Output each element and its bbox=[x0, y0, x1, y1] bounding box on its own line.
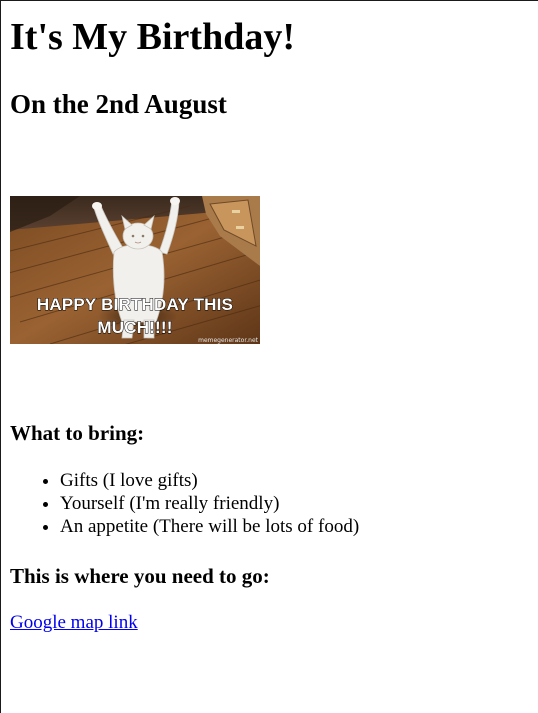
page-title: It's My Birthday! bbox=[10, 16, 295, 58]
meme-caption-line-1: HAPPY BIRTHDAY THIS bbox=[37, 295, 233, 314]
meme-caption-line-2: MUCH!!!! bbox=[97, 318, 172, 337]
bring-heading: What to bring: bbox=[10, 421, 145, 445]
bring-list: Gifts (I love gifts) Yourself (I'm reall… bbox=[10, 469, 359, 538]
google-map-link[interactable]: Google map link bbox=[10, 611, 138, 635]
list-item: Gifts (I love gifts) bbox=[60, 469, 359, 492]
birthday-meme-image: HAPPY BIRTHDAY THIS MUCH!!!! memegenerat… bbox=[10, 196, 260, 344]
list-item: Yourself (I'm really friendly) bbox=[60, 492, 359, 515]
meme-watermark: memegenerator.net bbox=[198, 337, 259, 344]
list-item: An appetite (There will be lots of food) bbox=[60, 515, 359, 538]
date-heading: On the 2nd August bbox=[10, 89, 227, 119]
directions-heading: This is where you need to go: bbox=[10, 564, 270, 588]
